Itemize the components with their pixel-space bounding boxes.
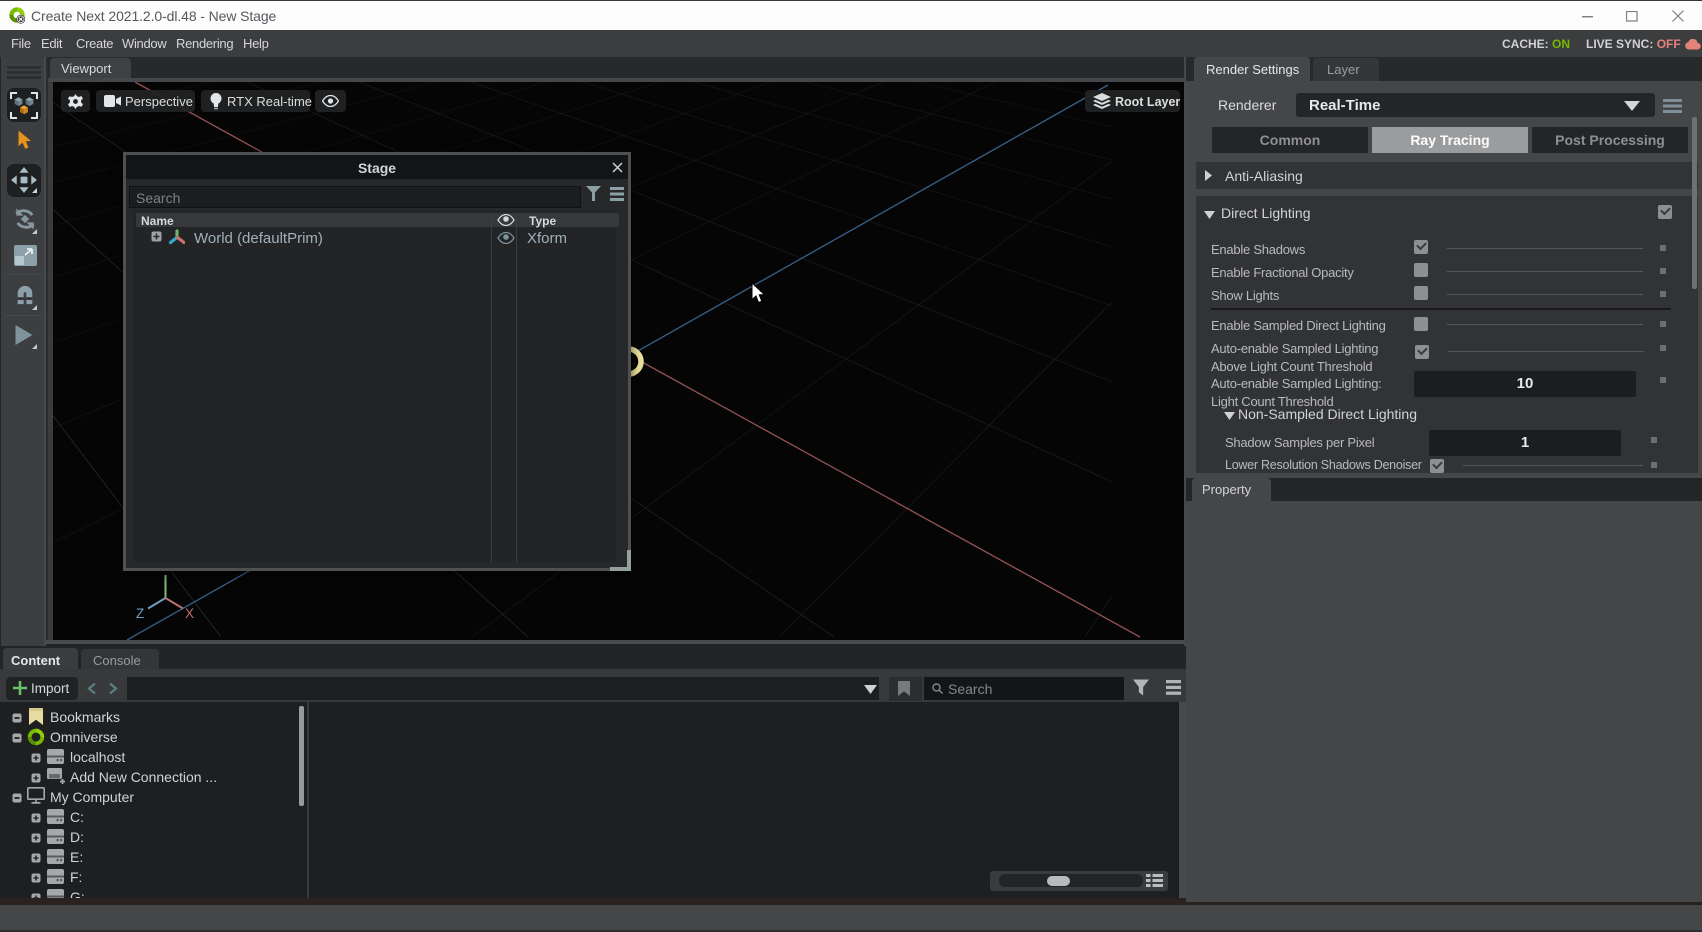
svg-text:X: X: [185, 606, 194, 621]
svg-text:Z: Z: [136, 606, 144, 621]
